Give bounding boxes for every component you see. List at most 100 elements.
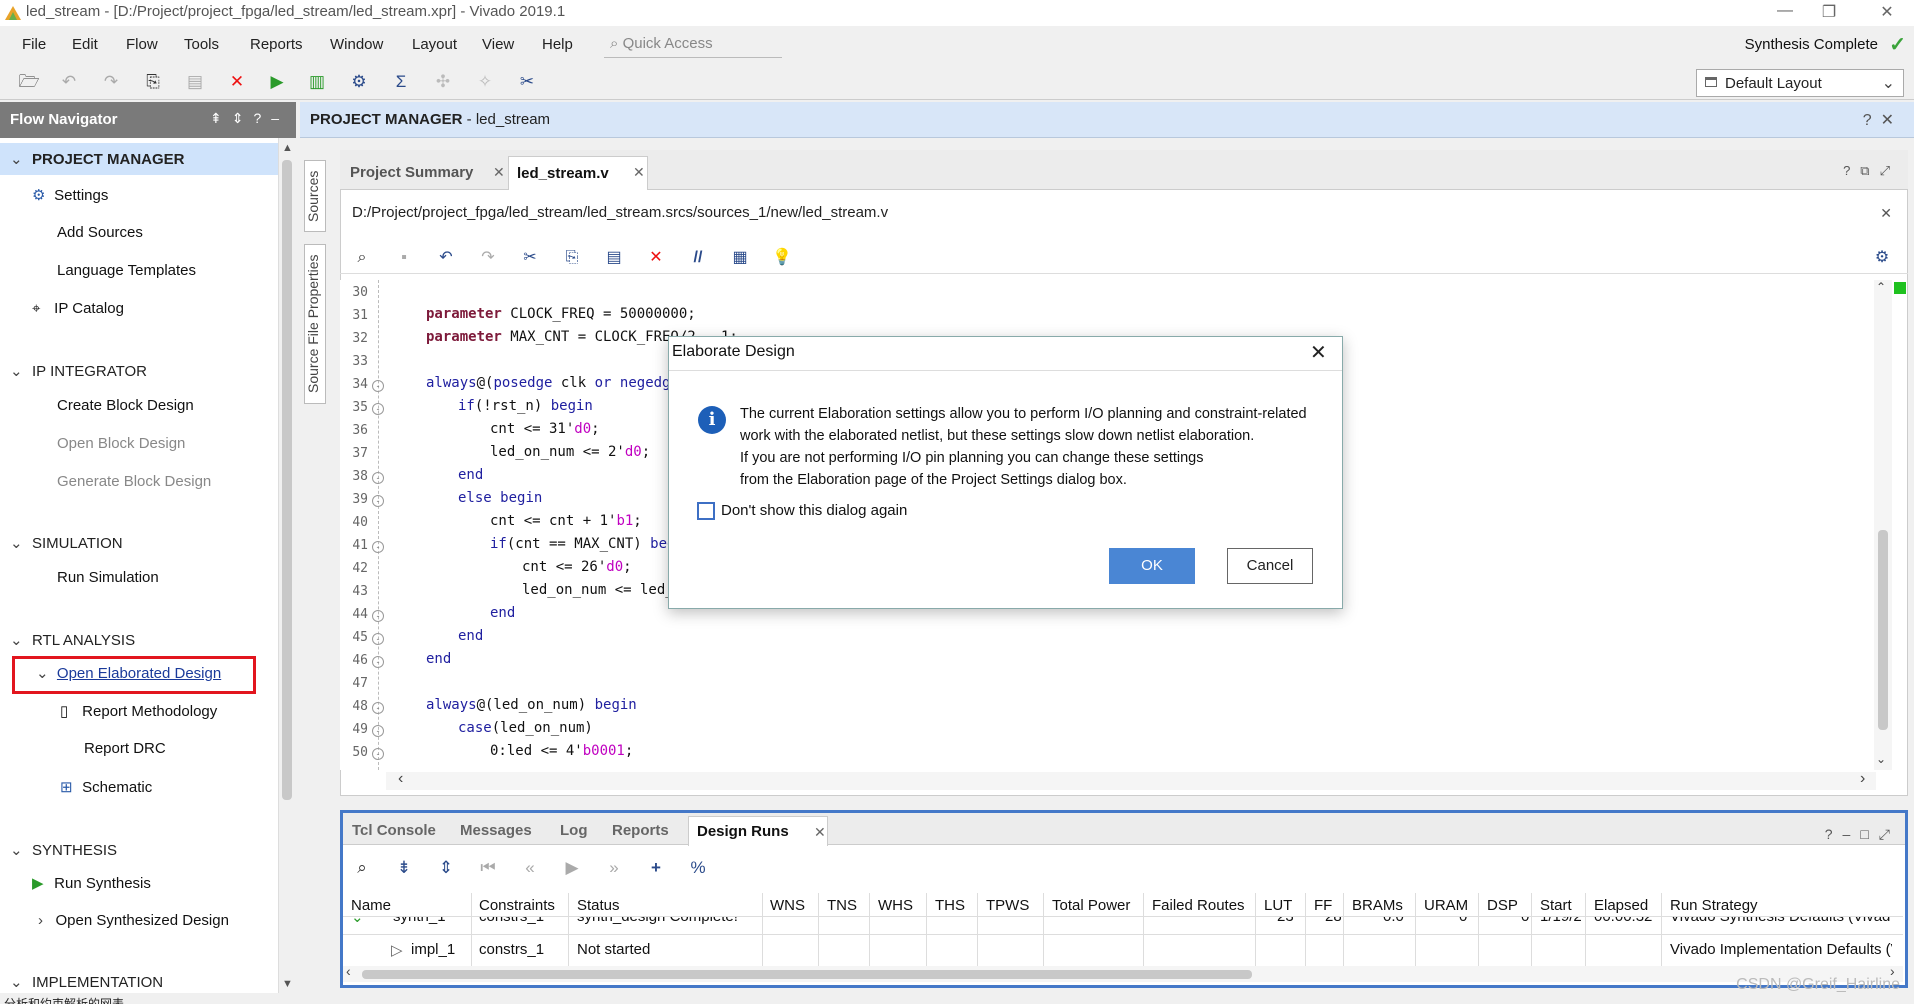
first-icon[interactable]: ⏮ — [476, 856, 500, 880]
previous-icon[interactable]: « — [518, 856, 542, 880]
fold-icon[interactable]: - — [372, 702, 384, 714]
expand-all-icon[interactable]: ⇕ — [434, 856, 458, 880]
nav-language-templates[interactable]: Language Templates — [57, 262, 196, 279]
nav-open-block-design[interactable]: Open Block Design — [57, 435, 185, 452]
col-tpws[interactable]: TPWS — [986, 897, 1029, 914]
col-total-power[interactable]: Total Power — [1052, 897, 1130, 914]
fold-icon[interactable]: - — [372, 725, 384, 737]
col-whs[interactable]: WHS — [878, 897, 913, 914]
nav-report-drc[interactable]: Report DRC — [84, 740, 166, 757]
save-icon[interactable]: ▪ — [392, 246, 416, 270]
tool-disabled-icon[interactable]: ✣ — [430, 70, 456, 94]
tab-reports[interactable]: Reports — [604, 816, 682, 846]
col-lut[interactable]: LUT — [1264, 897, 1292, 914]
ok-button[interactable]: OK — [1109, 548, 1195, 584]
dont-show-label[interactable]: Don't show this dialog again — [721, 502, 907, 519]
tab-led-stream-v[interactable]: led_stream.v — [508, 156, 648, 190]
tab-tcl-console[interactable]: Tcl Console — [344, 816, 452, 846]
search-icon[interactable]: ⌕ — [350, 246, 374, 270]
fold-icon[interactable]: - — [372, 472, 384, 484]
restore-icon[interactable]: ❐ — [1814, 2, 1844, 22]
tab-design-runs[interactable]: Design Runs — [688, 816, 828, 846]
nav-generate-block-design[interactable]: Generate Block Design — [57, 473, 211, 490]
copy-icon[interactable]: ⎘ — [140, 70, 166, 94]
close-tab-icon[interactable]: ✕ — [814, 824, 826, 841]
col-name[interactable]: Name — [351, 897, 391, 914]
nav-create-block-design[interactable]: Create Block Design — [57, 397, 194, 414]
minimize-icon[interactable]: — — [1770, 2, 1800, 20]
col-constraints[interactable]: Constraints — [479, 897, 555, 914]
tab-messages[interactable]: Messages — [452, 816, 552, 846]
delete-icon[interactable]: ✕ — [224, 70, 250, 94]
next-icon[interactable]: » — [602, 856, 626, 880]
scroll-down-icon[interactable]: ▼ — [282, 978, 293, 990]
fold-icon[interactable]: - — [372, 610, 384, 622]
redo-icon[interactable]: ↷ — [476, 246, 500, 270]
fold-icon[interactable]: - — [372, 633, 384, 645]
nav-ip-catalog[interactable]: ⌖ IP Catalog — [32, 300, 124, 317]
table-row[interactable]: ⌄ synth_1 constrs_1 synth_design Complet… — [343, 917, 1903, 931]
close-tab-icon[interactable]: ✕ — [633, 164, 645, 181]
navigator-scroll-thumb[interactable] — [282, 160, 292, 800]
search-icon[interactable]: ⌕ — [350, 856, 374, 880]
col-dsp[interactable]: DSP — [1487, 897, 1518, 914]
editor-scroll-thumb[interactable] — [1878, 530, 1888, 730]
lightbulb-icon[interactable]: 💡 — [770, 246, 794, 270]
editor-horizontal-scrollbar[interactable] — [386, 772, 1876, 790]
run-icon[interactable]: ▶ — [264, 70, 290, 94]
nav-run-simulation[interactable]: Run Simulation — [57, 569, 159, 586]
editor-window-controls-icon[interactable]: ?⧉⤢ — [1843, 163, 1900, 179]
add-run-icon[interactable]: + — [644, 856, 668, 880]
menu-window[interactable]: Window — [330, 36, 383, 53]
scroll-up-icon[interactable]: ▲ — [282, 142, 293, 154]
run-name[interactable]: impl_1 — [411, 941, 455, 958]
dont-show-checkbox[interactable] — [697, 502, 715, 520]
tool-disabled2-icon[interactable]: ✧ — [472, 70, 498, 94]
collapse-all-icon[interactable]: ⇟ — [392, 856, 416, 880]
col-brams[interactable]: BRAMs — [1352, 897, 1403, 914]
nav-report-methodology[interactable]: ▯ Report Methodology — [60, 702, 217, 720]
fold-icon[interactable]: - — [372, 495, 384, 507]
section-ip-integrator[interactable]: ⌄ IP INTEGRATOR — [0, 355, 278, 385]
comment-icon[interactable]: // — [686, 246, 710, 270]
panel-window-controls-icon[interactable]: ?–□⤢ — [1825, 826, 1900, 843]
scroll-up-icon[interactable]: ⌃ — [1876, 280, 1886, 294]
col-run-strategy[interactable]: Run Strategy — [1670, 897, 1758, 914]
fold-icon[interactable]: - — [372, 541, 384, 553]
tab-log[interactable]: Log — [552, 816, 598, 846]
menu-reports[interactable]: Reports — [250, 36, 303, 53]
scroll-left-icon[interactable]: ‹ — [398, 770, 403, 788]
navigator-controls-icon[interactable]: ⇞⇕?– — [210, 110, 289, 127]
runs-scroll-thumb[interactable] — [362, 970, 1252, 979]
tab-sources[interactable]: Sources — [304, 160, 326, 232]
debug-icon[interactable]: ✂ — [514, 70, 540, 94]
paste-icon[interactable]: ▤ — [182, 70, 208, 94]
col-tns[interactable]: TNS — [827, 897, 857, 914]
nav-add-sources[interactable]: Add Sources — [57, 224, 143, 241]
menu-tools[interactable]: Tools — [184, 36, 219, 53]
col-ths[interactable]: THS — [935, 897, 965, 914]
nav-run-synthesis[interactable]: ▶ Run Synthesis — [32, 874, 151, 892]
paste-icon[interactable]: ▤ — [602, 246, 626, 270]
percent-icon[interactable]: % — [686, 856, 710, 880]
copy-icon[interactable]: ⎘ — [560, 246, 584, 270]
col-start[interactable]: Start — [1540, 897, 1572, 914]
scroll-right-icon[interactable]: › — [1860, 770, 1865, 788]
col-uram[interactable]: URAM — [1424, 897, 1468, 914]
fold-icon[interactable]: - — [372, 380, 384, 392]
col-failed-routes[interactable]: Failed Routes — [1152, 897, 1245, 914]
delete-icon[interactable]: ✕ — [644, 246, 668, 270]
menu-layout[interactable]: Layout — [412, 36, 457, 53]
section-project-manager[interactable]: ⌄ PROJECT MANAGER — [0, 143, 278, 175]
quick-access-input[interactable]: ⌕ Quick Access — [604, 30, 782, 58]
open-project-icon[interactable]: 🗁 — [16, 70, 42, 94]
menu-flow[interactable]: Flow — [126, 36, 158, 53]
tab-source-file-properties[interactable]: Source File Properties — [304, 244, 326, 404]
expand-icon[interactable]: ▷ — [391, 941, 403, 959]
fold-icon[interactable]: - — [372, 656, 384, 668]
close-tab-icon[interactable]: ✕ — [493, 164, 505, 181]
scroll-left-icon[interactable]: ‹ — [346, 963, 351, 979]
section-simulation[interactable]: ⌄ SIMULATION — [0, 527, 278, 557]
close-path-icon[interactable]: ✕ — [1880, 205, 1892, 222]
editor-settings-gear-icon[interactable]: ⚙ — [1870, 246, 1894, 270]
